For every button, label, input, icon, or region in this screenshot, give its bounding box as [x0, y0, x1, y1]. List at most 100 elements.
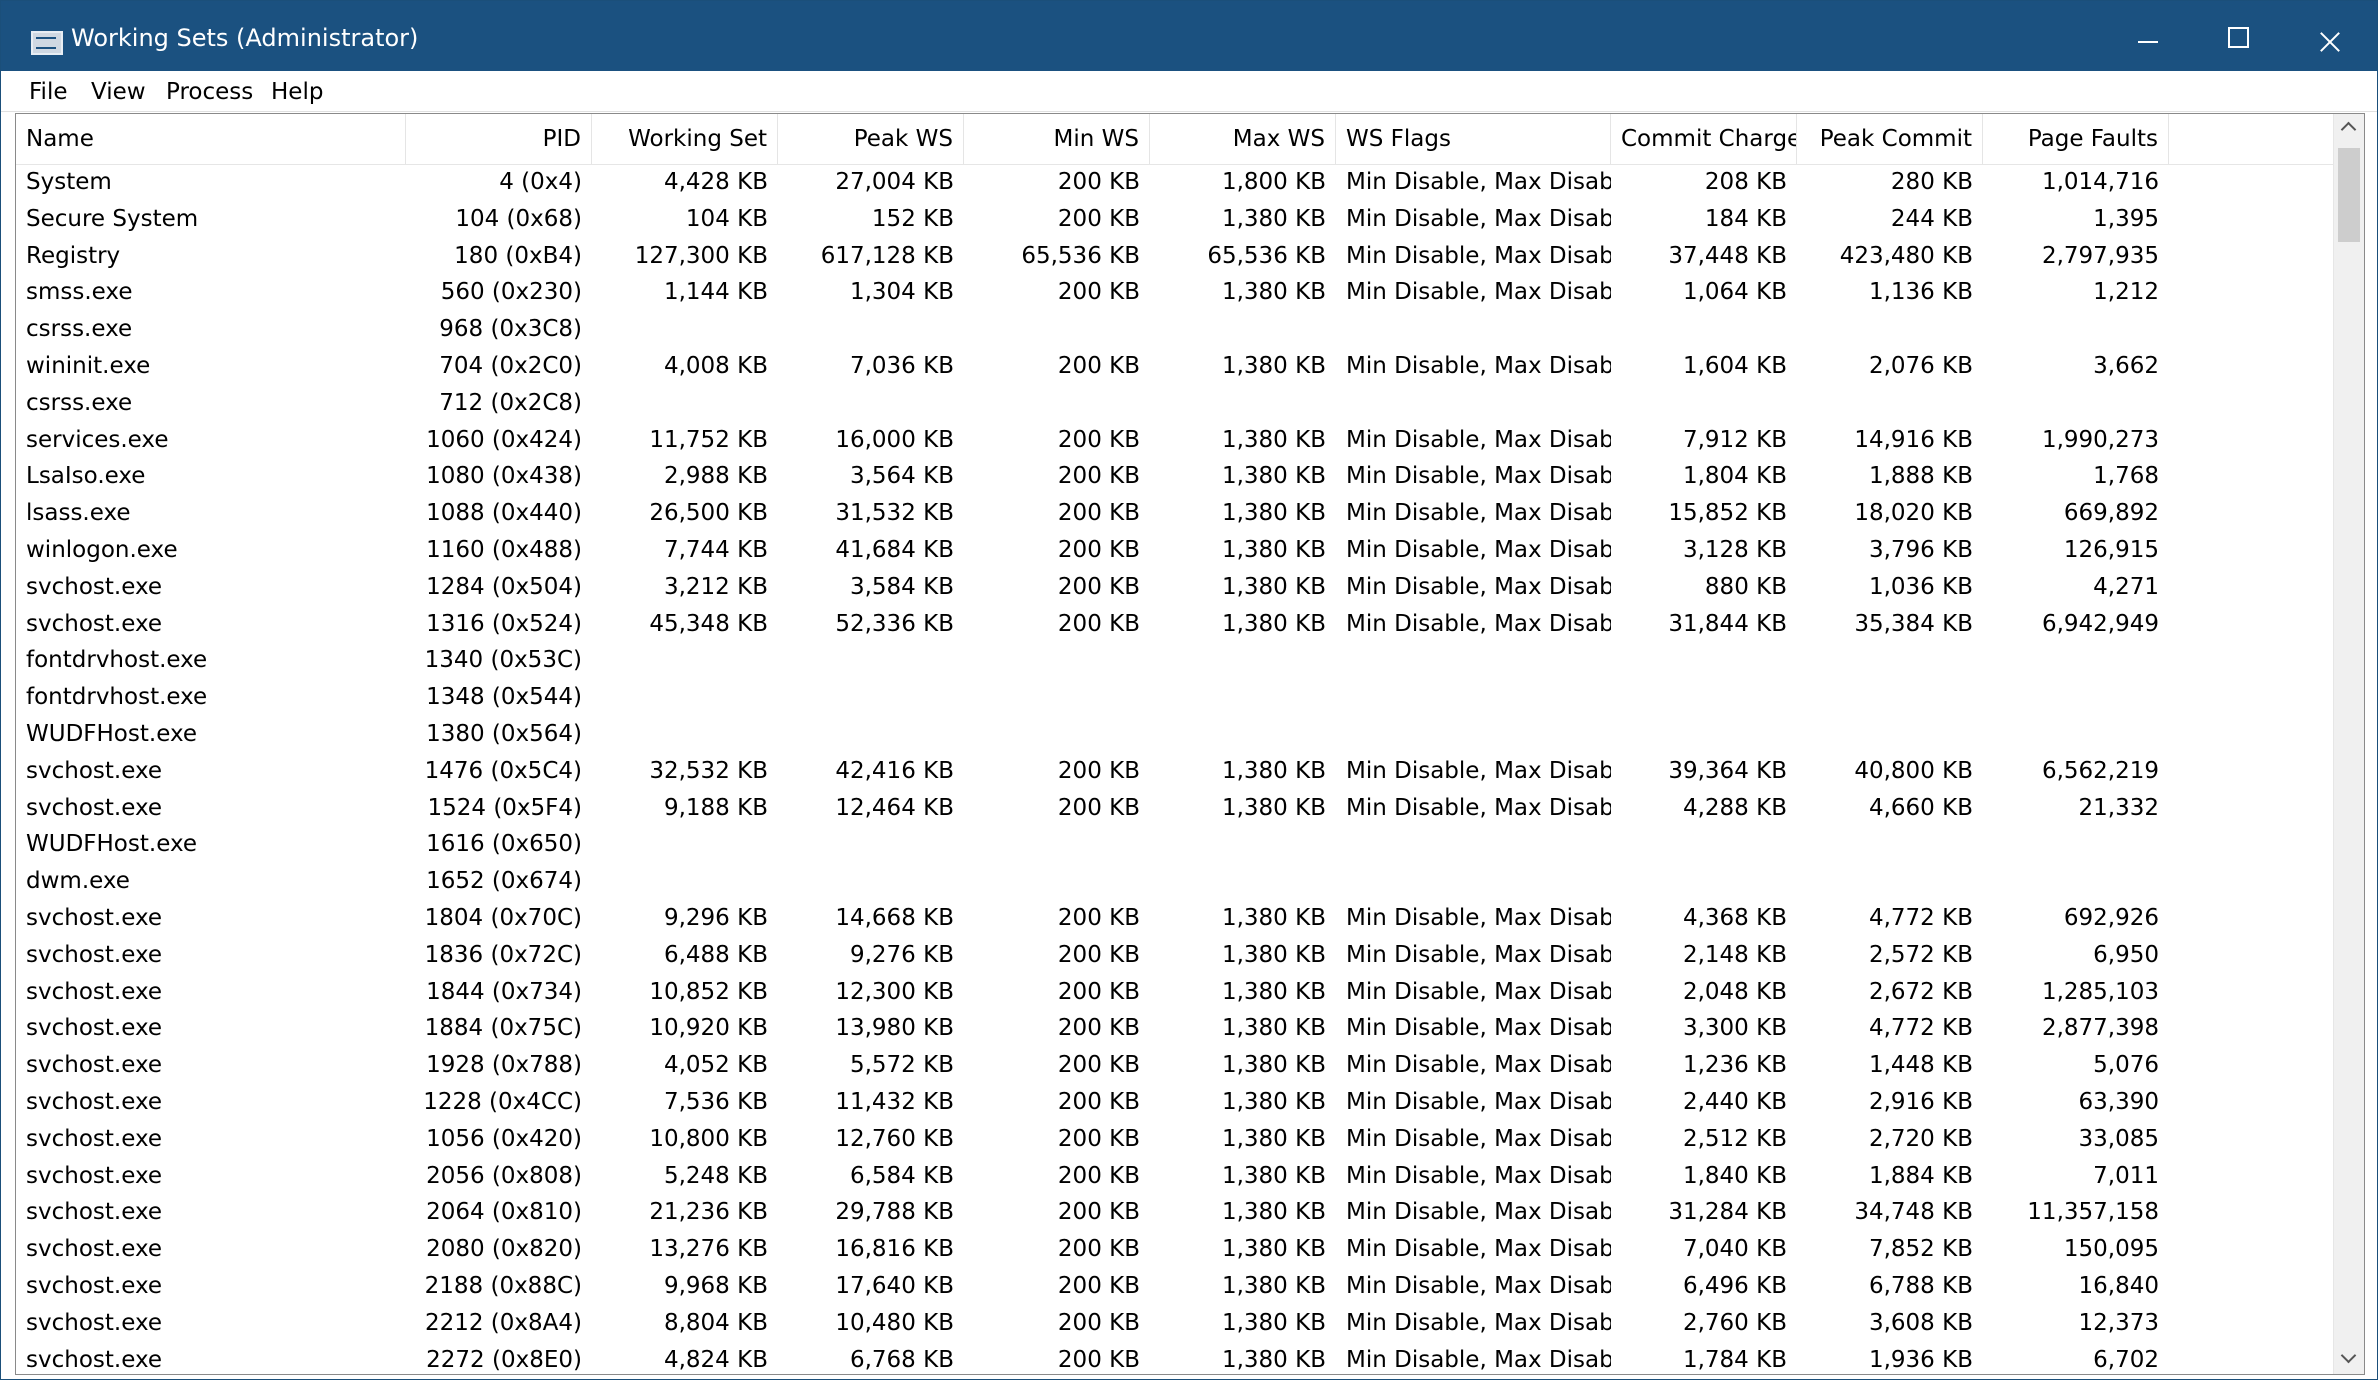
cell-min-ws: 200 KB	[1057, 1125, 1140, 1152]
cell-working-set: 26,500 KB	[649, 500, 768, 527]
cell-working-set: 6,488 KB	[663, 941, 768, 968]
maximize-button[interactable]	[2193, 1, 2283, 71]
cell-peak-ws	[778, 642, 964, 679]
process-list[interactable]: Name PID Working Set Peak WS Min WS Max WS WS …	[15, 113, 2365, 1375]
cell-max-ws	[1150, 679, 1336, 716]
close-button[interactable]	[2283, 1, 2373, 71]
cell-commit-charge: 7,040 KB	[1682, 1236, 1787, 1263]
column-header-working-set[interactable]: Working Set	[592, 114, 778, 164]
table-row[interactable]: wininit.exe 704 (0x2C0) 4,008 KB 7,036 KB 20…	[16, 348, 2336, 385]
table-row[interactable]: winlogon.exe 1160 (0x488) 7,744 KB 41,684 K…	[16, 532, 2336, 569]
table-row[interactable]: WUDFHost.exe 1616 (0x650)	[16, 826, 2336, 863]
table-row[interactable]: services.exe 1060 (0x424) 11,752 KB 16,000 …	[16, 422, 2336, 459]
cell-working-set	[592, 679, 778, 716]
cell-ws-flags	[1336, 642, 1611, 679]
cell-pid: 1088 (0x440)	[426, 500, 582, 527]
table-row[interactable]: lsass.exe 1088 (0x440) 26,500 KB 31,532 KB 2…	[16, 495, 2336, 532]
table-row[interactable]: WUDFHost.exe 1380 (0x564)	[16, 716, 2336, 753]
cell-page-faults: 4,271	[2093, 573, 2159, 600]
cell-min-ws: 200 KB	[1057, 426, 1140, 453]
column-header-peak-commit[interactable]: Peak Commit	[1797, 114, 1983, 164]
scroll-down-button[interactable]	[2334, 1344, 2364, 1374]
cell-pid: 1836 (0x72C)	[424, 941, 582, 968]
table-row[interactable]: fontdrvhost.exe 1340 (0x53C)	[16, 642, 2336, 679]
vertical-scrollbar[interactable]	[2333, 114, 2364, 1374]
column-header-min-ws[interactable]: Min WS	[964, 114, 1150, 164]
table-row[interactable]: svchost.exe 1836 (0x72C) 6,488 KB 9,276 KB 2…	[16, 937, 2336, 974]
cell-commit-charge	[1611, 642, 1797, 679]
table-row[interactable]: csrss.exe 968 (0x3C8)	[16, 311, 2336, 348]
cell-page-faults	[1983, 642, 2169, 679]
scroll-up-button[interactable]	[2334, 114, 2364, 144]
cell-min-ws: 200 KB	[1057, 1236, 1140, 1263]
cell-min-ws: 200 KB	[1057, 279, 1140, 306]
cell-commit-charge: 15,852 KB	[1668, 500, 1787, 527]
cell-max-ws: 1,380 KB	[1221, 1273, 1326, 1299]
table-row[interactable]: svchost.exe 1284 (0x504) 3,212 KB 3,584 KB 2…	[16, 569, 2336, 606]
menu-file[interactable]: File	[29, 79, 68, 105]
table-row[interactable]: svchost.exe 1804 (0x70C) 9,296 KB 14,668 KB…	[16, 900, 2336, 937]
cell-peak-commit: 34,748 KB	[1854, 1199, 1973, 1226]
cell-name: Secure System	[26, 205, 199, 232]
scroll-thumb[interactable]	[2338, 148, 2360, 242]
table-row[interactable]: svchost.exe 1316 (0x524) 45,348 KB 52,336 K…	[16, 606, 2336, 643]
column-header-ws-flags[interactable]: WS Flags	[1336, 114, 1611, 164]
table-row[interactable]: System 4 (0x4) 4,428 KB 27,004 KB 200 KB 1,80…	[16, 164, 2336, 201]
table-row[interactable]: svchost.exe 2188 (0x88C) 9,968 KB 17,640 KB…	[16, 1268, 2336, 1305]
cell-name: fontdrvhost.exe	[26, 684, 208, 711]
table-row[interactable]: svchost.exe 1844 (0x734) 10,852 KB 12,300 K…	[16, 974, 2336, 1011]
cell-page-faults: 63,390	[2078, 1089, 2159, 1115]
table-row[interactable]: smss.exe 560 (0x230) 1,144 KB 1,304 KB 200 K…	[16, 274, 2336, 311]
table-row[interactable]: svchost.exe 1524 (0x5F4) 9,188 KB 12,464 KB…	[16, 790, 2336, 827]
column-header-peak-ws[interactable]: Peak WS	[778, 114, 964, 164]
cell-page-faults: 669,892	[2063, 500, 2159, 527]
cell-working-set: 32,532 KB	[649, 757, 768, 784]
cell-name: svchost.exe	[26, 1162, 163, 1189]
cell-commit-charge: 2,512 KB	[1682, 1125, 1787, 1152]
cell-ws-flags: Min Disable, Max Disable	[1346, 757, 1611, 784]
cell-ws-flags: Min Disable, Max Disable	[1346, 463, 1611, 490]
table-row[interactable]: svchost.exe 1476 (0x5C4) 32,532 KB 42,416 K…	[16, 753, 2336, 790]
table-row[interactable]: svchost.exe 1928 (0x788) 4,052 KB 5,572 KB 2…	[16, 1047, 2336, 1084]
menu-view[interactable]: View	[91, 79, 146, 105]
title-bar[interactable]: Working Sets (Administrator)	[1, 1, 2377, 71]
table-row[interactable]: Registry 180 (0xB4) 127,300 KB 617,128 KB 65…	[16, 238, 2336, 275]
column-header-name[interactable]: Name	[16, 114, 406, 164]
cell-peak-ws: 12,300 KB	[835, 978, 954, 1005]
cell-peak-commit: 18,020 KB	[1854, 500, 1973, 527]
cell-page-faults: 126,915	[2063, 537, 2159, 563]
table-row[interactable]: svchost.exe 2064 (0x810) 21,236 KB 29,788 K…	[16, 1194, 2336, 1231]
table-row[interactable]: Secure System 104 (0x68) 104 KB 152 KB 200 K…	[16, 201, 2336, 238]
cell-commit-charge: 1,236 KB	[1682, 1052, 1787, 1079]
table-row[interactable]: svchost.exe 2212 (0x8A4) 8,804 KB 10,480 KB…	[16, 1305, 2336, 1342]
minimize-button[interactable]	[2103, 1, 2193, 71]
cell-page-faults: 21,332	[2078, 794, 2159, 821]
cell-page-faults: 1,768	[2093, 463, 2159, 490]
cell-commit-charge	[1611, 863, 1797, 900]
table-row[interactable]: svchost.exe 1228 (0x4CC) 7,536 KB 11,432 KB…	[16, 1084, 2336, 1121]
cell-working-set: 9,188 KB	[663, 794, 768, 821]
table-row[interactable]: fontdrvhost.exe 1348 (0x544)	[16, 679, 2336, 716]
cell-min-ws	[964, 311, 1150, 348]
column-header-pid[interactable]: PID	[406, 114, 592, 164]
cell-peak-commit	[1797, 311, 1983, 348]
column-header-max-ws[interactable]: Max WS	[1150, 114, 1336, 164]
table-row[interactable]: svchost.exe 2272 (0x8E0) 4,824 KB 6,768 KB 2…	[16, 1342, 2336, 1374]
window-title: Working Sets (Administrator)	[71, 24, 419, 52]
menu-help[interactable]: Help	[271, 79, 323, 105]
cell-peak-commit: 4,660 KB	[1868, 794, 1973, 821]
table-row[interactable]: dwm.exe 1652 (0x674)	[16, 863, 2336, 900]
table-row[interactable]: svchost.exe 2080 (0x820) 13,276 KB 16,816 K…	[16, 1231, 2336, 1268]
table-row[interactable]: svchost.exe 2056 (0x808) 5,248 KB 6,584 KB 2…	[16, 1158, 2336, 1195]
cell-peak-ws	[778, 826, 964, 863]
column-header-page-faults[interactable]: Page Faults	[1983, 114, 2169, 164]
cell-peak-ws	[778, 679, 964, 716]
menu-process[interactable]: Process	[166, 79, 253, 105]
column-header-commit-charge[interactable]: Commit Charge	[1611, 114, 1797, 164]
table-row[interactable]: LsaIso.exe 1080 (0x438) 2,988 KB 3,564 KB 20…	[16, 458, 2336, 495]
cell-pid: 1844 (0x734)	[426, 978, 582, 1005]
table-row[interactable]: csrss.exe 712 (0x2C8)	[16, 385, 2336, 422]
table-row[interactable]: svchost.exe 1884 (0x75C) 10,920 KB 13,980 K…	[16, 1010, 2336, 1047]
cell-min-ws: 200 KB	[1057, 794, 1140, 821]
table-row[interactable]: svchost.exe 1056 (0x420) 10,800 KB 12,760 K…	[16, 1121, 2336, 1158]
